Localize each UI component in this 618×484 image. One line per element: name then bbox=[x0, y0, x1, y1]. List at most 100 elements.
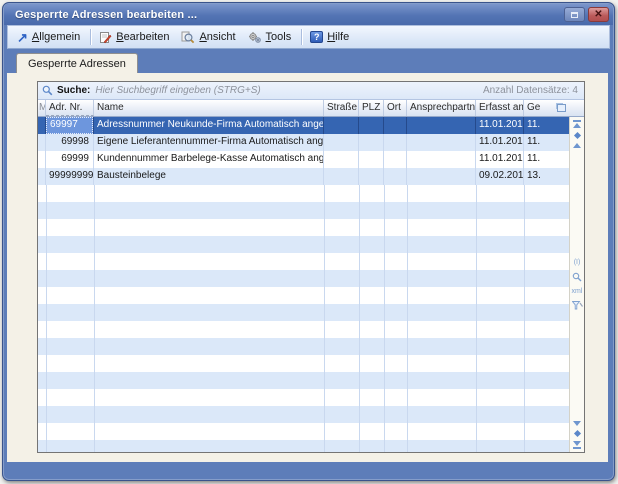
menu-item-label: Bearbeiten bbox=[116, 31, 169, 43]
cell-geaendert: 11. bbox=[524, 134, 566, 151]
column-gridline bbox=[324, 185, 325, 452]
menu-item-bearbeiten[interactable]: Bearbeiten bbox=[94, 29, 176, 46]
cell-adr-nr: 69999 bbox=[46, 151, 94, 168]
page-up-icon[interactable] bbox=[573, 132, 580, 139]
help-icon: ? bbox=[310, 31, 323, 43]
table-row[interactable]: 69998 Eigene Lieferantennummer-Firma Aut… bbox=[38, 134, 569, 151]
table-row[interactable]: 69997 Adressnummer Neukunde-Firma Automa… bbox=[38, 117, 569, 134]
cell-name: Bausteinbelege bbox=[94, 168, 324, 185]
column-gridline bbox=[94, 185, 95, 452]
cell-ort bbox=[384, 168, 407, 185]
cell-plz bbox=[359, 134, 384, 151]
column-gridline bbox=[359, 185, 360, 452]
tab-gesperrte-adressen[interactable]: Gesperrte Adressen bbox=[16, 53, 138, 73]
cell-m bbox=[38, 151, 46, 168]
app-window: Gesperrte Adressen bearbeiten ... ✕ ↗ Al… bbox=[2, 2, 615, 481]
data-grid: Suche: Hier Suchbegriff eingeben (STRG+S… bbox=[37, 81, 585, 453]
tab-strip: Gesperrte Adressen bbox=[7, 49, 610, 73]
cell-plz bbox=[359, 117, 384, 134]
search-icon[interactable] bbox=[572, 272, 582, 282]
cell-strasse bbox=[324, 168, 359, 185]
row-down-icon[interactable] bbox=[573, 421, 581, 426]
cell-strasse bbox=[324, 134, 359, 151]
column-header-erfasst-am[interactable]: Erfasst am bbox=[476, 100, 524, 116]
tab-label: Gesperrte Adressen bbox=[28, 58, 126, 70]
cell-ansprechpartner bbox=[407, 151, 476, 168]
column-gridline bbox=[384, 185, 385, 452]
grid-header: M Adr. Nr. Name Straße PLZ Ort Ansprechp… bbox=[38, 100, 584, 117]
page-down-icon[interactable] bbox=[573, 430, 580, 437]
column-header-adr-nr[interactable]: Adr. Nr. bbox=[46, 100, 94, 116]
cell-ort bbox=[384, 134, 407, 151]
column-gridline bbox=[524, 185, 525, 452]
cell-erfasst-am: 11.01.2012 bbox=[476, 134, 524, 151]
menu-item-allgemein[interactable]: ↗ Allgemein bbox=[12, 29, 87, 46]
column-gridline bbox=[476, 185, 477, 452]
menu-item-label: Hilfe bbox=[327, 31, 349, 43]
cell-name: Eigene Lieferantennummer-Firma Automatis… bbox=[94, 134, 324, 151]
cell-plz bbox=[359, 168, 384, 185]
window-title: Gesperrte Adressen bearbeiten ... bbox=[15, 9, 561, 21]
nav-strip-top bbox=[573, 117, 581, 148]
column-header-strasse[interactable]: Straße bbox=[324, 100, 359, 116]
cell-adr-nr: 69997 bbox=[46, 117, 94, 134]
column-gridline bbox=[407, 185, 408, 452]
record-count: Anzahl Datensätze: 4 bbox=[483, 85, 578, 96]
xml-export-icon[interactable]: xml bbox=[572, 288, 583, 295]
empty-rows-area bbox=[38, 185, 569, 452]
menu-item-label: Allgemein bbox=[32, 31, 80, 43]
column-header-name[interactable]: Name bbox=[94, 100, 324, 116]
search-bar[interactable]: Suche: Hier Suchbegriff eingeben (STRG+S… bbox=[38, 82, 584, 100]
scroll-to-bottom-icon[interactable] bbox=[573, 441, 581, 449]
titlebar[interactable]: Gesperrte Adressen bearbeiten ... ✕ bbox=[4, 4, 613, 25]
cell-m bbox=[38, 168, 46, 185]
restore-icon bbox=[571, 12, 578, 18]
table-row[interactable]: 69999 Kundennummer Barbelege-Kasse Autom… bbox=[38, 151, 569, 168]
record-info-icon[interactable]: (I) bbox=[574, 259, 581, 266]
close-icon: ✕ bbox=[594, 10, 602, 20]
cell-m bbox=[38, 117, 46, 134]
column-header-geaendert[interactable]: Ge bbox=[524, 100, 554, 116]
content-area: Suche: Hier Suchbegriff eingeben (STRG+S… bbox=[7, 73, 608, 462]
column-header-ansprechpartner[interactable]: Ansprechpartner bbox=[407, 100, 476, 116]
cell-adr-nr: 69998 bbox=[46, 134, 94, 151]
focused-cell: 69997 bbox=[46, 117, 93, 134]
cell-name: Adressnummer Neukunde-Firma Automatisch … bbox=[94, 117, 324, 134]
menu-separator bbox=[301, 29, 302, 45]
close-button[interactable]: ✕ bbox=[588, 7, 609, 22]
menu-item-label: Tools bbox=[266, 31, 292, 43]
menu-item-ansicht[interactable]: Ansicht bbox=[176, 29, 242, 46]
cell-erfasst-am: 11.01.2012 bbox=[476, 151, 524, 168]
nav-strip-middle: (I) xml bbox=[572, 148, 583, 421]
cell-erfasst-am: 11.01.2012 bbox=[476, 117, 524, 134]
nav-strip-bottom bbox=[573, 421, 581, 452]
column-header-ort[interactable]: Ort bbox=[384, 100, 407, 116]
cell-geaendert: 13. bbox=[524, 168, 566, 185]
menubar: ↗ Allgemein Bearbeiten Ansic bbox=[7, 25, 610, 49]
arrow-up-right-icon: ↗ bbox=[17, 31, 28, 44]
cell-erfasst-am: 09.02.2012 bbox=[476, 168, 524, 185]
cell-ort bbox=[384, 151, 407, 168]
menu-item-hilfe[interactable]: ? Hilfe bbox=[305, 29, 356, 45]
column-picker-icon bbox=[557, 104, 566, 112]
grid-nav-strip: (I) xml bbox=[569, 117, 584, 452]
cell-adr-nr: 99999999 bbox=[46, 168, 94, 185]
cell-ort bbox=[384, 117, 407, 134]
cell-name: Kundennummer Barbelege-Kasse Automatisch… bbox=[94, 151, 324, 168]
column-header-plz[interactable]: PLZ bbox=[359, 100, 384, 116]
magnifier-page-icon bbox=[181, 31, 195, 44]
search-input[interactable]: Hier Suchbegriff eingeben (STRG+S) bbox=[95, 85, 483, 96]
cell-ansprechpartner bbox=[407, 134, 476, 151]
cell-m bbox=[38, 134, 46, 151]
menu-item-tools[interactable]: Tools bbox=[243, 29, 299, 46]
column-picker-button[interactable] bbox=[554, 100, 569, 116]
gears-icon bbox=[248, 31, 262, 44]
restore-button[interactable] bbox=[564, 7, 585, 22]
column-gridline bbox=[46, 185, 47, 452]
table-row[interactable]: 99999999 Bausteinbelege 09.02.2012 13. bbox=[38, 168, 569, 185]
scroll-to-top-icon[interactable] bbox=[573, 120, 581, 128]
cell-ansprechpartner bbox=[407, 117, 476, 134]
column-header-m[interactable]: M bbox=[38, 100, 46, 116]
search-label: Suche: bbox=[57, 85, 90, 96]
filter-icon[interactable] bbox=[572, 301, 583, 310]
